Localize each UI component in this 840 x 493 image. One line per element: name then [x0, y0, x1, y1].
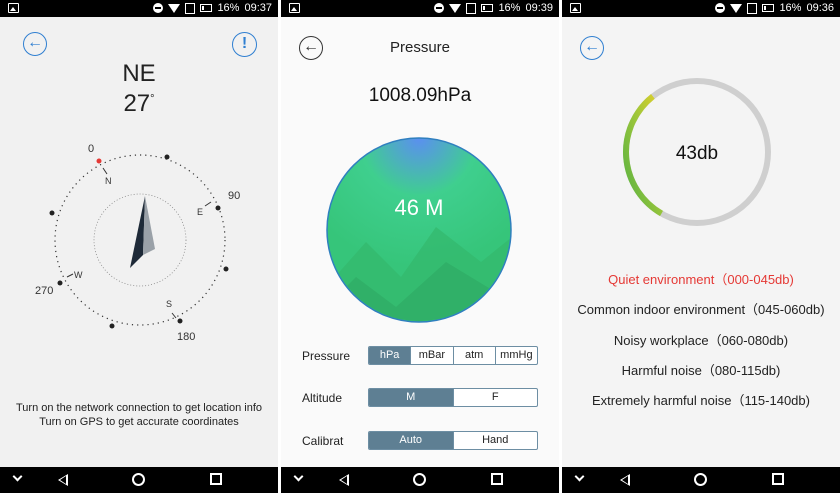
back-arrow-icon: ←	[27, 34, 43, 51]
do-not-disturb-icon	[153, 3, 164, 13]
do-not-disturb-icon	[434, 3, 445, 13]
info-button[interactable]: !	[232, 32, 257, 57]
dial-dot	[177, 318, 183, 324]
noise-level-extreme: Extremely harmful noise（115-140db)	[592, 393, 810, 408]
unit-option-mmhg[interactable]: mmHg	[494, 347, 537, 364]
tick-w	[66, 273, 74, 278]
calibrate-option-auto[interactable]: Auto	[369, 432, 453, 449]
compass-screen: 16% 09:37 ← ! NE 27° 0 90 180 270 N E S …	[0, 0, 278, 493]
dial-dot	[164, 154, 170, 160]
battery-percent: 16%	[779, 2, 802, 14]
nav-bar	[0, 467, 278, 493]
tick-n	[102, 167, 108, 175]
pressure-screen: 16% 09:39 ← Pressure 1008.09hPa 46 M Pre…	[281, 0, 559, 493]
nav-home-icon[interactable]	[694, 473, 707, 486]
sound-level-value: 43db	[675, 143, 719, 164]
gallery-notification-icon	[289, 3, 300, 13]
tick-e	[204, 201, 212, 207]
back-button[interactable]: ←	[580, 36, 604, 60]
altitude-display: 46 M	[394, 195, 444, 220]
compass-dial: 0 90 180 270 N E S W	[35, 143, 240, 343]
dial-dot	[223, 266, 229, 272]
compass-direction: NE	[122, 60, 156, 87]
calibrate-option-hand[interactable]: Hand	[452, 432, 538, 449]
noise-level-indoor: Common indoor environment（045-060db)	[577, 302, 825, 317]
nav-recent-icon[interactable]	[491, 473, 503, 485]
wifi-icon	[449, 3, 462, 13]
altitude-globe	[326, 137, 512, 323]
altitude-option-f[interactable]: F	[452, 389, 538, 406]
dial-dot	[57, 280, 63, 286]
no-sim-icon	[185, 2, 196, 14]
dial-dot	[49, 210, 55, 216]
clock: 09:36	[806, 2, 834, 14]
status-bar: 16% 09:39	[281, 0, 559, 17]
pressure-value: 1008.09hPa	[368, 85, 472, 106]
clock: 09:37	[244, 2, 272, 14]
altitude-option-m[interactable]: M	[369, 389, 453, 406]
battery-icon	[762, 4, 775, 12]
nav-back-icon[interactable]	[620, 474, 630, 486]
hide-keyboard-icon[interactable]	[574, 471, 585, 482]
unit-option-hpa[interactable]: hPa	[369, 347, 411, 364]
degree-label-180: 180	[177, 331, 195, 343]
nav-back-icon[interactable]	[58, 474, 68, 486]
needle-light-half	[143, 196, 155, 255]
dial-dot	[215, 205, 221, 211]
nav-bar	[562, 467, 840, 493]
nav-home-icon[interactable]	[132, 473, 145, 486]
status-bar: 16% 09:36	[562, 0, 840, 17]
altitude-unit-label: Altitude	[302, 391, 343, 405]
letter-n: N	[105, 176, 112, 186]
do-not-disturb-icon	[715, 3, 726, 13]
wifi-icon	[730, 3, 743, 13]
degree-label-0: 0	[88, 143, 94, 155]
noise-level-noisy: Noisy workplace（060-080db)	[613, 333, 789, 348]
degree-label-270: 270	[35, 285, 53, 297]
clock: 09:39	[525, 2, 553, 14]
tick-s	[171, 312, 177, 319]
battery-icon	[481, 4, 494, 12]
unit-option-atm[interactable]: atm	[452, 347, 495, 364]
compass-degrees: 27°	[123, 90, 155, 117]
nav-recent-icon[interactable]	[772, 473, 784, 485]
nav-bar	[281, 467, 559, 493]
nav-home-icon[interactable]	[413, 473, 426, 486]
status-bar: 16% 09:37	[0, 0, 278, 17]
dial-dot	[109, 323, 115, 329]
gallery-notification-icon	[8, 3, 19, 13]
letter-w: W	[74, 270, 83, 280]
battery-icon	[200, 4, 213, 12]
calibrate-label: Calibrat	[302, 434, 344, 448]
page-title: Pressure	[389, 39, 451, 56]
sound-meter-screen: 16% 09:36 ← 43db Quiet environment（000-0…	[562, 0, 840, 493]
battery-percent: 16%	[498, 2, 521, 14]
needle-dark-half	[130, 196, 145, 268]
back-button[interactable]: ←	[23, 32, 47, 56]
pressure-unit-selector: hPa mBar atm mmHg	[368, 346, 538, 365]
noise-level-quiet: Quiet environment（000-045db)	[608, 272, 794, 287]
degree-label-90: 90	[228, 190, 240, 202]
info-icon: !	[241, 35, 248, 52]
hide-keyboard-icon[interactable]	[12, 471, 23, 482]
calibrate-selector: Auto Hand	[368, 431, 538, 450]
altitude-unit-selector: M F	[368, 388, 538, 407]
letter-s: S	[166, 299, 172, 309]
gallery-notification-icon	[570, 3, 581, 13]
pressure-unit-label: Pressure	[302, 349, 351, 363]
no-sim-icon	[747, 2, 758, 14]
hide-keyboard-icon[interactable]	[293, 471, 304, 482]
unit-option-mbar[interactable]: mBar	[410, 347, 452, 364]
battery-percent: 16%	[217, 2, 240, 14]
noise-level-harmful: Harmful noise（080-115db)	[621, 363, 781, 378]
nav-recent-icon[interactable]	[210, 473, 222, 485]
letter-e: E	[197, 207, 203, 217]
nav-back-icon[interactable]	[339, 474, 349, 486]
back-arrow-icon: ←	[584, 38, 600, 55]
no-sim-icon	[466, 2, 477, 14]
location-message: Turn on the network connection to get lo…	[15, 402, 263, 428]
north-marker	[96, 158, 102, 164]
wifi-icon	[168, 3, 181, 13]
